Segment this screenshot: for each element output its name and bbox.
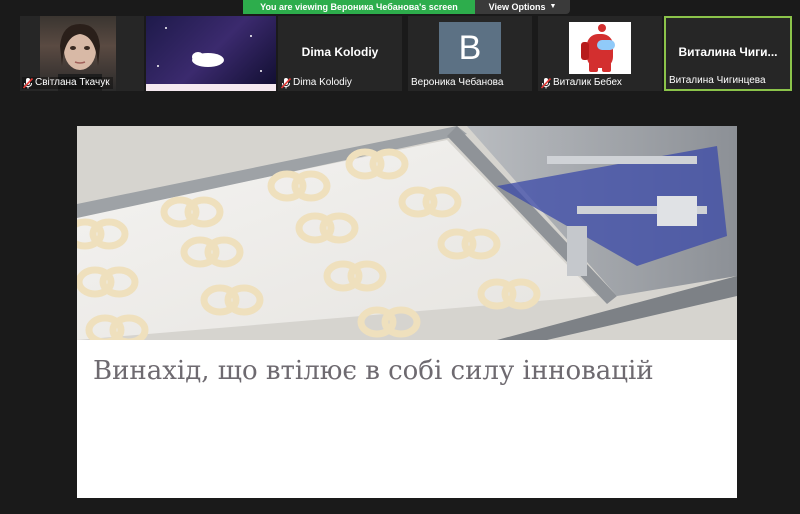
- view-options-label: View Options: [488, 2, 546, 12]
- participant-name: Вероника Чебанова: [411, 77, 504, 88]
- participant-name: Виталина Чигинцева: [669, 75, 766, 86]
- avatar: [569, 22, 631, 74]
- slide-image-pretzel-conveyor: [77, 126, 737, 340]
- participant-strip: Світлана Ткачук Dima Kolodiy Dima Kolodi…: [0, 16, 800, 92]
- meeting-window: You are viewing Вероника Чебанова's scre…: [0, 0, 800, 514]
- slide-title: Винахід, що втілює в собі силу інновацій: [93, 356, 654, 386]
- view-options-button[interactable]: View Options ▼: [475, 0, 570, 14]
- participant-tile[interactable]: Dima Kolodiy Dima Kolodiy: [278, 16, 402, 91]
- mic-muted-icon: [281, 77, 291, 89]
- mic-muted-icon: [23, 77, 33, 89]
- participant-name: Dima Kolodiy: [280, 77, 355, 89]
- participant-tile[interactable]: B Вероника Чебанова: [408, 16, 532, 91]
- mic-muted-icon: [541, 77, 551, 89]
- avatar: B: [439, 22, 501, 74]
- participant-tile[interactable]: [146, 16, 276, 91]
- participant-tile[interactable]: Світлана Ткачук: [20, 16, 144, 91]
- shared-screen-slide: Винахід, що втілює в собі силу інновацій: [77, 126, 737, 498]
- chevron-down-icon: ▼: [549, 3, 557, 10]
- screen-share-banner: You are viewing Вероника Чебанова's scre…: [243, 0, 570, 14]
- participant-tile[interactable]: Виталик Бебех: [538, 16, 662, 91]
- participant-name: Світлана Ткачук: [22, 77, 113, 89]
- participant-tile-active-speaker[interactable]: Виталина Чиги... Виталина Чигинцева: [664, 16, 792, 91]
- participant-name: Виталик Бебех: [540, 77, 625, 89]
- participant-image: [146, 16, 276, 91]
- viewing-notice: You are viewing Вероника Чебанова's scre…: [243, 0, 475, 14]
